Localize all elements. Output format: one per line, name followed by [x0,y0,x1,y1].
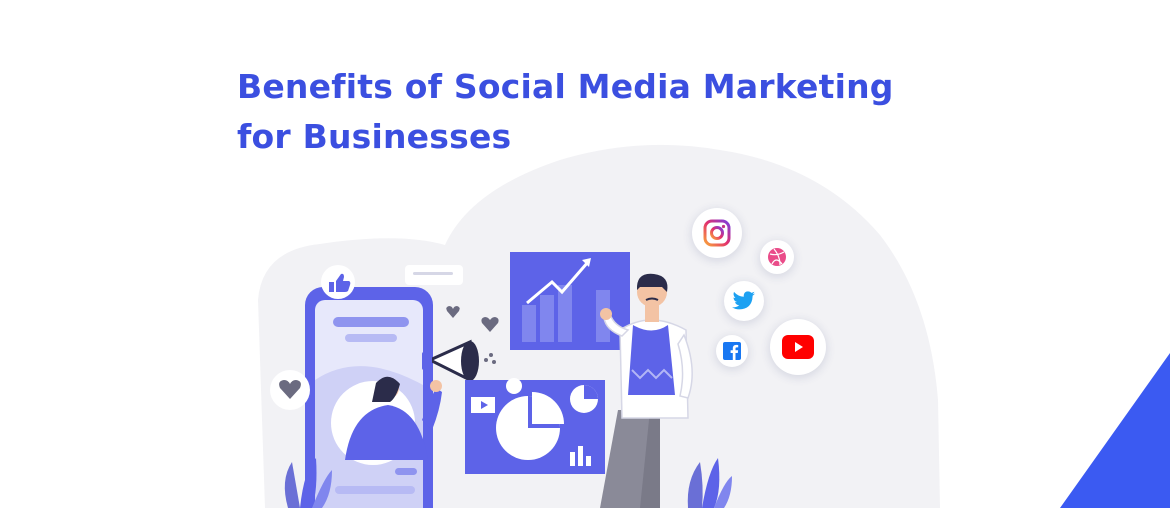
growth-chart-icon [510,252,630,350]
twitter-icon [724,281,764,321]
message-bubble [405,265,463,285]
pie-chart-icon [465,378,605,474]
youtube-icon [770,319,826,375]
corner-accent-shape [1060,353,1170,508]
instagram-icon [692,208,742,258]
dribbble-icon [760,240,794,274]
thumbs-up-icon [321,265,355,299]
phone [305,287,442,508]
facebook-icon [716,335,748,367]
heart-icon [270,370,310,410]
social-media-illustration [258,144,940,508]
